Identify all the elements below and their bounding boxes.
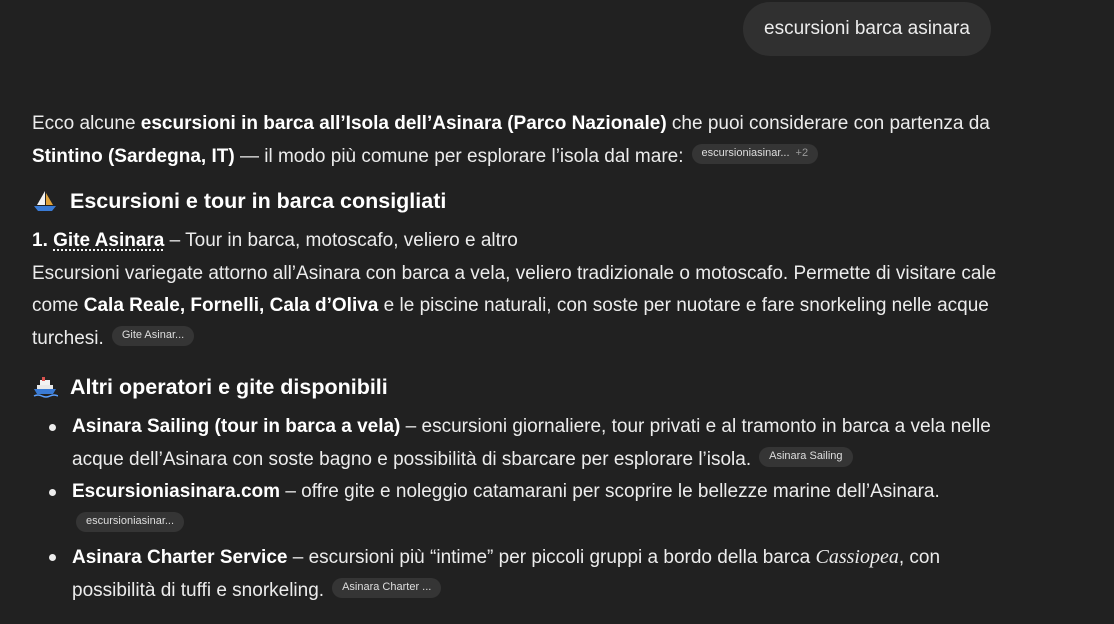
section-heading-consigliati: Escursioni e tour in barca consigliati [32,185,1002,217]
source-chip-escursioniasinara[interactable]: escursioniasinar... +2 [691,144,819,165]
intro-text: Ecco alcune [32,113,141,134]
section-heading-text: Altri operatori e gite disponibili [70,375,388,399]
section-heading-text: Escursioni e tour in barca consigliati [70,189,447,213]
intro-text: che puoi considerare con partenza da [666,113,990,134]
source-chip-label: Asinara Charter ... [342,581,432,594]
list-item: Asinara Charter Service – escursioni più… [49,541,1002,607]
source-chip-label: Asinara Sailing [769,450,843,463]
operators-list: Asinara Sailing (tour in barca a vela) –… [32,411,1002,607]
user-message-text: escursioni barca asinara [764,18,970,39]
source-chip-gite-asinara[interactable]: Gite Asinar... [111,326,195,347]
section-heading-altri-operatori: Altri operatori e gite disponibili [32,371,1002,403]
list-item-title: Asinara Charter Service [72,547,288,568]
source-chip-label: escursioniasinar... [86,515,175,528]
list-item-text: – offre gite e noleggio catamarani per s… [280,481,940,502]
intro-bold-asinara: escursioni in barca all’Isola dell’Asina… [140,113,667,134]
item-description-bold: Cala Reale, Fornelli, Cala d’Oliva [83,295,379,316]
source-chip-label: Gite Asinar... [121,329,185,342]
list-item: Asinara Sailing (tour in barca a vela) –… [49,411,1002,476]
item-gite-asinara: 1. Gite Asinara – Tour in barca, motosca… [32,225,1002,355]
source-chip-count: +2 [795,147,809,160]
intro-text: — il modo più comune per esplorare l’iso… [234,145,684,167]
source-chip-asinara-charter[interactable]: Asinara Charter ... [332,578,442,599]
item-title-link[interactable]: Gite Asinara [53,230,164,251]
list-item: Escursioniasinara.com – offre gite e nol… [49,476,1002,541]
assistant-response: Ecco alcune escursioni in barca all’Isol… [32,108,1002,607]
list-item-text: – escursioni più “intime” per piccoli gr… [287,547,816,568]
source-chip-label: escursioniasinar... [701,147,790,160]
item-number: 1. [32,230,48,251]
ship-icon [32,376,58,398]
boat-name: Cassiopea [815,546,899,568]
list-item-title: Asinara Sailing (tour in barca a vela) [72,416,401,437]
source-chip-escursioniasinara[interactable]: escursioniasinar... [76,512,185,533]
source-chip-asinara-sailing[interactable]: Asinara Sailing [759,447,853,468]
sailboat-icon [32,190,58,212]
intro-paragraph: Ecco alcune escursioni in barca all’Isol… [32,108,1002,173]
user-message-bubble: escursioni barca asinara [743,2,991,56]
item-subtitle: – Tour in barca, motoscafo, veliero e al… [164,230,518,251]
intro-bold-stintino: Stintino (Sardegna, IT) [32,145,235,167]
list-item-title: Escursioniasinara.com [72,481,281,502]
